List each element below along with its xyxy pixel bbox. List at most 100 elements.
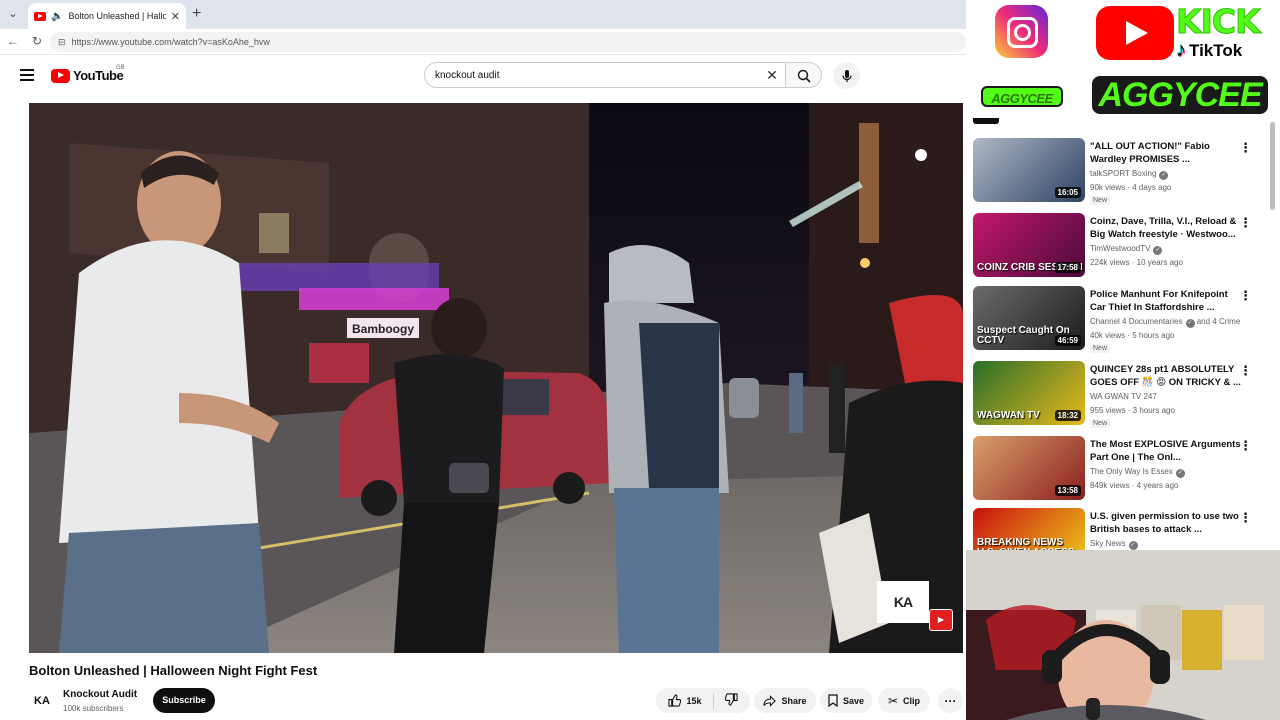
- channel-name-text: WA GWAN TV 247: [1090, 392, 1157, 401]
- channel-name-text: TimWestwoodTV: [1090, 244, 1151, 253]
- verified-check-icon: ✓: [1128, 541, 1138, 550]
- like-count: 15k: [686, 695, 702, 706]
- recommendation-thumbnail[interactable]: 16:05: [973, 138, 1085, 202]
- chip-bar-edge: [973, 118, 999, 124]
- youtube-favicon-icon: [34, 11, 46, 21]
- thumbnail-overlay-text: WAGWAN TV: [977, 410, 1040, 421]
- like-divider: [712, 692, 714, 709]
- more-options-icon[interactable]: ⋮: [1239, 140, 1252, 156]
- recommendation-item[interactable]: Suspect Caught On CCTV 46:59 Police Manhun…: [973, 286, 1263, 354]
- recommendation-title[interactable]: The Most EXPLOSIVE Arguments Part One | …: [1090, 438, 1242, 465]
- more-actions-button[interactable]: ···: [938, 688, 963, 713]
- like-button[interactable]: 15k: [668, 694, 702, 707]
- save-label: Save: [842, 695, 865, 706]
- more-options-icon[interactable]: ⋮: [1239, 510, 1252, 526]
- url-field[interactable]: ⊟ https://www.youtube.com/watch?v=asKoAh…: [50, 32, 966, 52]
- recommendation-channel[interactable]: talkSPORT Boxing ✓: [1090, 169, 1169, 180]
- clear-search-icon[interactable]: ✕: [759, 67, 785, 84]
- more-options-icon[interactable]: ⋮: [1239, 363, 1252, 379]
- recommendation-channel[interactable]: Channel 4 Documentaries ✓ and 4 Crime: [1090, 317, 1240, 328]
- tiktok-logo: ♪ TikTok: [1176, 39, 1242, 62]
- browser-tab-strip: ⌄ 🔈 Bolton Unleashed | Halloween Night F…: [0, 0, 966, 29]
- scissors-icon: ✂: [887, 693, 899, 708]
- kick-logo-text: KICK: [1176, 2, 1262, 42]
- recommendation-thumbnail[interactable]: BREAKING NEWS U.S. GIVEN ACCESS TO TWO: [973, 508, 1085, 550]
- recommendation-title[interactable]: Coinz, Dave, Trilla, V.I., Reload & Big …: [1090, 215, 1242, 242]
- channel-watermark[interactable]: KA: [877, 581, 929, 623]
- clip-button[interactable]: ✂ Clip: [878, 688, 930, 713]
- dislike-button[interactable]: [724, 693, 738, 708]
- reload-icon[interactable]: ↻: [32, 34, 42, 48]
- recommendation-item[interactable]: COINZ CRIB SESSION 17:58 Coinz, Dave, Tril…: [973, 213, 1263, 281]
- thumbs-up-icon: [668, 694, 682, 707]
- audio-playing-icon[interactable]: 🔈: [51, 11, 63, 22]
- video-player[interactable]: Bamboogy KA ▶: [29, 103, 963, 653]
- webcam-feed: [966, 550, 1280, 720]
- recommendation-meta: 849k views · 4 years ago: [1090, 481, 1179, 490]
- video-duration: 16:05: [1054, 187, 1081, 198]
- recommendation-item[interactable]: 13:58 The Most EXPLOSIVE Arguments Part O…: [973, 436, 1263, 504]
- bookmark-icon: [828, 694, 838, 707]
- search-button[interactable]: [786, 62, 822, 88]
- youtube-brand-icon: [1096, 6, 1174, 60]
- recommendation-channel[interactable]: WA GWAN TV 247: [1090, 392, 1157, 401]
- recommendation-channel[interactable]: TimWestwoodTV ✓: [1090, 244, 1163, 255]
- new-tab-button[interactable]: +: [192, 5, 201, 23]
- tiktok-logo-text: TikTok: [1189, 40, 1243, 60]
- address-bar-row: ← ↻ ⊟ https://www.youtube.com/watch?v=as…: [0, 29, 966, 55]
- menu-icon[interactable]: [20, 69, 34, 81]
- more-options-icon[interactable]: ⋮: [1239, 438, 1252, 454]
- recommendation-channel[interactable]: The Only Way Is Essex ✓: [1090, 467, 1185, 478]
- streamer-name-small: AGGYCEE: [981, 86, 1063, 107]
- video-duration: 18:32: [1054, 410, 1081, 421]
- channel-avatar[interactable]: KA: [29, 688, 55, 714]
- search-input[interactable]: knockout audit: [435, 70, 759, 81]
- recommendation-item[interactable]: WAGWAN TV 18:32 QUINCEY 28s pt1 ABSOLUTELY…: [973, 361, 1263, 429]
- recommendation-channel[interactable]: Sky News ✓: [1090, 539, 1138, 550]
- recommendation-meta: 224k views · 10 years ago: [1090, 258, 1183, 267]
- site-info-icon[interactable]: ⊟: [58, 37, 66, 48]
- channel-name-text: Sky News: [1090, 539, 1126, 548]
- recommendations-sidebar[interactable]: 16:05 "ALL OUT ACTION!" Fabio Wardley PRO…: [966, 118, 1280, 550]
- youtube-play-logo-icon: [51, 68, 70, 83]
- logo-country-code: GB: [116, 65, 125, 71]
- video-frame: Bamboogy: [29, 103, 963, 653]
- recommendation-thumbnail[interactable]: WAGWAN TV 18:32: [973, 361, 1085, 425]
- recommendation-meta: 955 views · 3 hours ago: [1090, 406, 1175, 415]
- recommendation-item[interactable]: BREAKING NEWS U.S. GIVEN ACCESS TO TWO U.…: [973, 508, 1263, 550]
- recommendation-thumbnail[interactable]: 13:58: [973, 436, 1085, 500]
- recommendation-meta: 90k views · 4 days ago: [1090, 183, 1172, 192]
- new-badge: New: [1090, 196, 1111, 205]
- sidebar-scroll-thumb[interactable]: [1270, 122, 1275, 210]
- browser-tab[interactable]: 🔈 Bolton Unleashed | Halloween Night Fig…: [28, 3, 186, 29]
- subscribe-watermark-icon[interactable]: ▶: [929, 609, 953, 631]
- recommendation-item[interactable]: 16:05 "ALL OUT ACTION!" Fabio Wardley PRO…: [973, 138, 1263, 206]
- microphone-icon: [841, 69, 852, 82]
- save-button[interactable]: Save: [820, 688, 872, 713]
- recommendation-title[interactable]: "ALL OUT ACTION!" Fabio Wardley PROMISES…: [1090, 140, 1242, 167]
- search-icon: [797, 69, 811, 83]
- video-title: Bolton Unleashed | Halloween Night Fight…: [29, 663, 318, 678]
- recommendation-title[interactable]: U.S. given permission to use two British…: [1090, 510, 1242, 537]
- instagram-icon: [995, 5, 1048, 58]
- new-badge: New: [1090, 344, 1111, 353]
- tab-close-icon[interactable]: ✕: [171, 10, 180, 23]
- recommendation-title[interactable]: QUINCEY 28s pt1 ABSOLUTELY GOES OFF 🎊 😡 …: [1090, 363, 1242, 390]
- channel-name[interactable]: Knockout Audit: [63, 689, 137, 700]
- recommendation-title[interactable]: Police Manhunt For Knifepoint Car Thief …: [1090, 288, 1242, 315]
- more-options-icon[interactable]: ⋮: [1239, 215, 1252, 231]
- search-box[interactable]: knockout audit ✕: [424, 62, 786, 88]
- recommendation-meta: 40k views · 5 hours ago: [1090, 331, 1175, 340]
- youtube-logo[interactable]: YouTube: [51, 68, 124, 83]
- voice-search-button[interactable]: [833, 62, 860, 89]
- share-button[interactable]: Share: [754, 688, 816, 713]
- video-duration: 13:58: [1054, 485, 1081, 496]
- like-dislike-group: 15k: [656, 688, 750, 713]
- back-arrow-icon[interactable]: ←: [7, 34, 19, 48]
- recommendation-thumbnail[interactable]: Suspect Caught On CCTV 46:59: [973, 286, 1085, 350]
- tab-list-chevron-icon[interactable]: ⌄: [4, 5, 22, 23]
- channel-name-text: talkSPORT Boxing: [1090, 169, 1157, 178]
- recommendation-thumbnail[interactable]: COINZ CRIB SESSION 17:58: [973, 213, 1085, 277]
- subscribe-button[interactable]: Subscribe: [153, 688, 215, 713]
- more-options-icon[interactable]: ⋮: [1239, 288, 1252, 304]
